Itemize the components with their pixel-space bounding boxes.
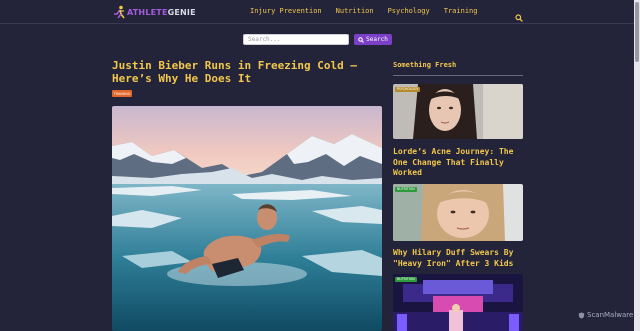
nav-psychology[interactable]: Psychology [388,7,430,15]
watermark: ScanMalware [578,311,633,319]
search-input[interactable] [243,34,349,45]
card-title[interactable]: Why Hilary Duff Swears By "Heavy Iron" A… [393,248,525,269]
logo-athlete: ATHLETE [127,7,168,17]
article-title[interactable]: Justin Bieber Runs in Freezing Cold — He… [112,59,384,85]
site-header: ATHLETEGENIE Injury Prevention Nutrition… [0,0,634,24]
nav-nutrition[interactable]: Nutrition [336,7,374,15]
main-nav: Injury Prevention Nutrition Psychology T… [250,7,477,15]
search-icon[interactable] [515,7,523,22]
card-image[interactable] [393,274,523,331]
card-category-badge[interactable]: Psychology [395,87,421,92]
card-title[interactable]: Lorde’s Acne Journey: The One Change Tha… [393,147,525,179]
watermark-text: ScanMalware [587,311,634,319]
search-button[interactable]: Search [354,34,392,45]
article-category-badge[interactable]: Training [112,90,132,97]
logo-text: ATHLETEGENIE [127,8,196,17]
logo-genie: GENIE [167,7,196,17]
search-button-label: Search [366,36,388,43]
article-hero-image [112,106,382,331]
card-image[interactable] [393,84,523,139]
scrollbar[interactable] [634,0,640,331]
shield-icon [578,311,585,319]
sidebar-divider [393,75,523,76]
nav-injury-prevention[interactable]: Injury Prevention [250,7,322,15]
nav-training[interactable]: Training [444,7,478,15]
site-logo[interactable]: ATHLETEGENIE [113,4,196,20]
runner-icon [113,5,126,20]
scrollbar-thumb[interactable] [635,2,639,62]
card-category-badge[interactable]: Nutrition [395,187,417,192]
search-icon [358,36,365,43]
card-category-badge[interactable]: Nutrition [395,277,417,282]
card-image[interactable] [393,184,523,241]
sidebar-heading: Something Fresh [393,61,457,69]
